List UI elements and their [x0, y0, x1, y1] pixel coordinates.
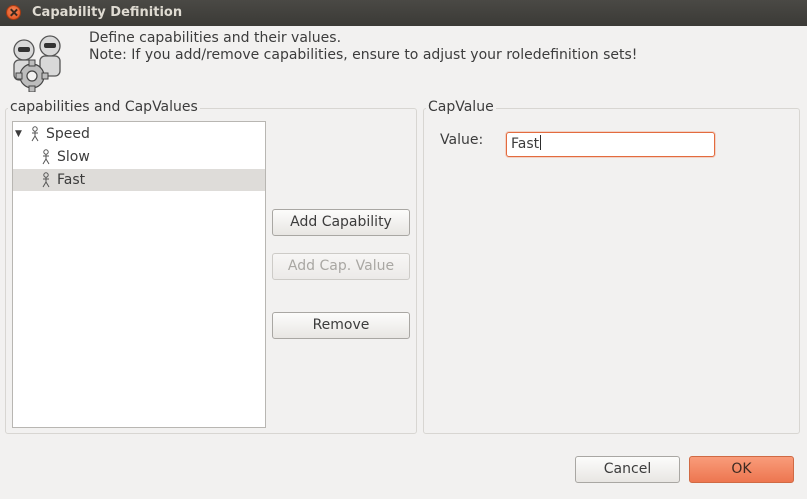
capvalue-group-label: CapValue: [426, 99, 496, 115]
title-bar: Capability Definition: [0, 0, 807, 26]
tree-item-label: Speed: [46, 126, 90, 142]
window-title: Capability Definition: [32, 5, 183, 20]
ok-button[interactable]: OK: [689, 456, 794, 483]
value-label: Value:: [440, 132, 484, 148]
capvalue-icon: [42, 149, 50, 165]
header-description: Define capabilities and their values.: [89, 30, 342, 46]
add-cap-value-button[interactable]: Add Cap. Value: [272, 253, 410, 280]
text-cursor: [540, 135, 542, 150]
value-text: Fast: [511, 136, 540, 152]
capabilities-group-label: capabilities and CapValues: [8, 99, 200, 115]
header-note: Note: If you add/remove capabilities, en…: [89, 47, 638, 63]
tree-item-fast[interactable]: Fast: [13, 169, 265, 191]
cancel-button[interactable]: Cancel: [575, 456, 680, 483]
tree-item-speed[interactable]: ▼ Speed: [13, 123, 265, 145]
expand-arrow-icon[interactable]: ▼: [15, 123, 22, 145]
remove-button[interactable]: Remove: [272, 312, 410, 339]
tree-item-slow[interactable]: Slow: [13, 146, 265, 168]
tree-item-label: Fast: [57, 172, 86, 188]
tree-item-label: Slow: [57, 149, 90, 165]
value-input[interactable]: Fast: [506, 132, 715, 157]
robots-gear-icon: [13, 35, 61, 92]
capability-tree[interactable]: ▼ Speed Slow Fast: [12, 121, 266, 428]
close-icon[interactable]: [6, 5, 21, 20]
capability-icon: [31, 126, 39, 142]
add-capability-button[interactable]: Add Capability: [272, 209, 410, 236]
capvalue-icon: [42, 172, 50, 188]
